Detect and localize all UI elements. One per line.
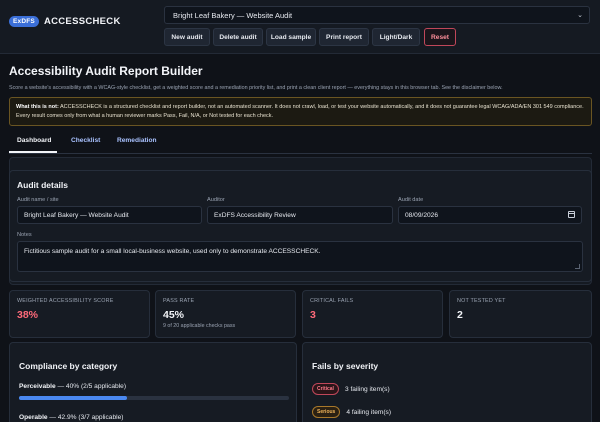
- severity-row: Critical 3 failing item(s): [312, 383, 390, 395]
- critical-fails-card: CRITICAL FAILS 3: [302, 290, 443, 338]
- severity-panel: Fails by severity Critical 3 failing ite…: [302, 342, 592, 422]
- load-sample-button[interactable]: Load sample: [266, 28, 316, 46]
- disclaimer-text: ACCESSCHECK is a structured checklist an…: [16, 104, 584, 119]
- weighted-score-label: WEIGHTED ACCESSIBILITY SCORE: [17, 298, 114, 304]
- category-row: Perceivable — 40% (2/5 applicable): [19, 383, 126, 390]
- compliance-heading: Compliance by category: [19, 361, 118, 371]
- audit-date-value: 08/09/2026: [405, 212, 439, 219]
- resize-handle-icon[interactable]: [575, 264, 580, 269]
- severity-count: 3 failing item(s): [344, 385, 390, 393]
- chevron-down-icon: ⌄: [577, 12, 583, 19]
- brand-name: ACCESSCHECK: [43, 16, 121, 27]
- theme-toggle-button[interactable]: Light/Dark: [372, 28, 420, 46]
- notes-value: Fictitious sample audit for a small loca…: [24, 248, 321, 255]
- audit-select[interactable]: Bright Leaf Bakery — Website Audit ⌄: [164, 6, 590, 24]
- top-bar: ExDFS ACCESSCHECK Bright Leaf Bakery — W…: [0, 0, 600, 54]
- severity-count: 4 failing item(s): [346, 408, 392, 416]
- audit-name-value: Bright Leaf Bakery — Website Audit: [24, 212, 129, 219]
- pass-rate-sub: 9 of 20 applicable checks pass: [163, 323, 236, 329]
- severity-row: Serious 4 failing item(s): [312, 406, 391, 418]
- audit-select-value: Bright Leaf Bakery — Website Audit: [173, 11, 293, 20]
- pass-rate-label: PASS RATE: [163, 298, 195, 304]
- auditor-input[interactable]: ExDFS Accessibility Review: [207, 206, 393, 224]
- not-tested-label: NOT TESTED YET: [457, 298, 506, 304]
- tab-bar: Dashboard Checklist Remediation: [9, 134, 592, 154]
- print-report-button[interactable]: Print report: [319, 28, 369, 46]
- not-tested-value: 2: [457, 309, 463, 321]
- weighted-score-value: 38%: [17, 309, 39, 321]
- reset-button[interactable]: Reset: [424, 28, 456, 46]
- audit-name-input[interactable]: Bright Leaf Bakery — Website Audit: [17, 206, 202, 224]
- audit-name-label: Audit name / site: [17, 197, 59, 203]
- tab-checklist[interactable]: Checklist: [71, 137, 100, 144]
- weighted-score-card: WEIGHTED ACCESSIBILITY SCORE 38%: [9, 290, 150, 338]
- brand: ExDFS ACCESSCHECK: [9, 16, 121, 27]
- severity-badge-serious: Serious: [312, 406, 341, 418]
- critical-fails-value: 3: [310, 309, 316, 321]
- category-name: Operable: [19, 414, 48, 421]
- category-detail: — 42.9% (3/7 applicable): [47, 414, 124, 421]
- category-row: Operable — 42.9% (3/7 applicable): [19, 414, 123, 421]
- page-subtitle: Score a website's accessibility with a W…: [9, 85, 503, 91]
- active-tab-indicator: [9, 151, 57, 153]
- calendar-icon[interactable]: [568, 211, 575, 218]
- category-progress-fill: [19, 396, 127, 400]
- category-detail: — 40% (2/5 applicable): [55, 383, 127, 390]
- pass-rate-value: 45%: [163, 309, 185, 321]
- auditor-value: ExDFS Accessibility Review: [214, 212, 296, 219]
- disclaimer-box: What this is not: ACCESSCHECK is a struc…: [9, 97, 592, 126]
- disclaimer-lead: What this is not:: [16, 104, 59, 110]
- critical-fails-label: CRITICAL FAILS: [310, 298, 354, 304]
- category-name: Perceivable: [19, 383, 56, 390]
- audit-date-label: Audit date: [398, 197, 424, 203]
- tab-dashboard[interactable]: Dashboard: [17, 137, 51, 144]
- audit-details-heading: Audit details: [17, 180, 69, 190]
- not-tested-card: NOT TESTED YET 2: [449, 290, 592, 338]
- audit-date-input[interactable]: 08/09/2026: [398, 206, 582, 224]
- tab-remediation[interactable]: Remediation: [117, 137, 157, 144]
- notes-textarea[interactable]: Fictitious sample audit for a small loca…: [17, 241, 583, 272]
- auditor-label: Auditor: [207, 197, 225, 203]
- brand-badge: ExDFS: [9, 16, 39, 27]
- delete-audit-button[interactable]: Delete audit: [213, 28, 263, 46]
- page-title: Accessibility Audit Report Builder: [9, 64, 203, 78]
- new-audit-button[interactable]: New audit: [164, 28, 210, 46]
- notes-label: Notes: [17, 232, 32, 238]
- severity-heading: Fails by severity: [312, 361, 379, 371]
- compliance-panel: Compliance by category Perceivable — 40%…: [9, 342, 297, 422]
- category-progress-track: [19, 396, 289, 400]
- pass-rate-card: PASS RATE 45% 9 of 20 applicable checks …: [155, 290, 296, 338]
- severity-badge-critical: Critical: [312, 383, 339, 395]
